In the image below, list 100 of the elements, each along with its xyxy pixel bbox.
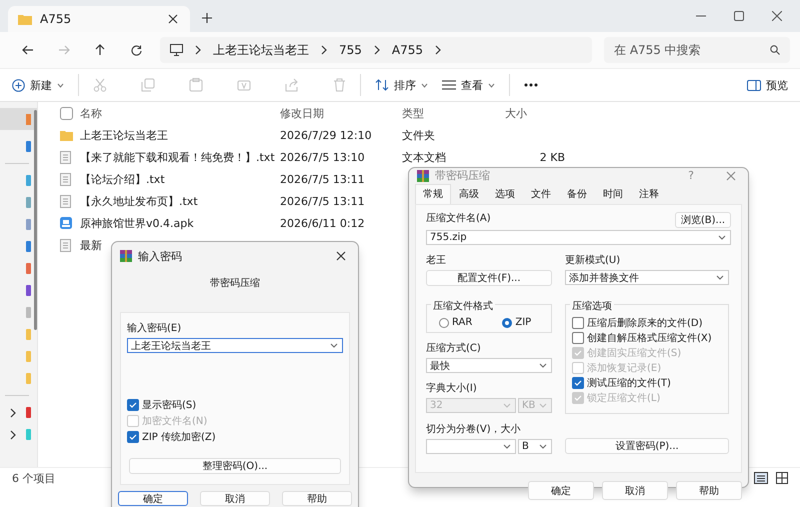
rename-icon[interactable] bbox=[237, 78, 251, 92]
paste-icon[interactable] bbox=[189, 78, 203, 92]
nav-icon[interactable] bbox=[26, 175, 31, 186]
breadcrumb[interactable]: 上老王论坛当老王 bbox=[213, 42, 309, 58]
dialog-title: 带密码压缩 bbox=[435, 168, 491, 183]
checkbox[interactable]: 显示密码(S) bbox=[127, 397, 343, 412]
column-header[interactable]: 大小 bbox=[505, 106, 565, 120]
column-header[interactable]: 类型 bbox=[402, 106, 505, 120]
close-icon[interactable] bbox=[168, 14, 178, 24]
password-field[interactable]: 上老王论坛当老王 bbox=[127, 338, 343, 353]
expand-icon bbox=[10, 430, 16, 440]
search-field[interactable]: 在 A755 中搜索 bbox=[604, 37, 790, 63]
checkbox[interactable]: 测试压缩的文件(T) bbox=[572, 375, 722, 390]
checkbox[interactable]: ZIP 传统加密(Z) bbox=[127, 429, 343, 444]
share-icon[interactable] bbox=[285, 78, 299, 92]
forward-icon[interactable] bbox=[58, 45, 70, 55]
file-name[interactable]: 原神旅馆世界v0.4.apk bbox=[80, 216, 280, 230]
dialog-tab[interactable]: 时间 bbox=[595, 184, 631, 204]
expand-icon bbox=[10, 408, 16, 418]
file-name[interactable]: 【永久地址发布页】.txt bbox=[80, 194, 280, 208]
organize-passwords-button[interactable]: 整理密码(O)... bbox=[129, 458, 341, 474]
nav-icon[interactable] bbox=[26, 114, 31, 124]
dialog-tab[interactable]: 高级 bbox=[451, 184, 487, 204]
maximize-icon[interactable] bbox=[734, 11, 744, 21]
archive-name-field[interactable]: 755.zip bbox=[426, 230, 731, 245]
select-all-checkbox[interactable] bbox=[60, 106, 73, 120]
column-header[interactable]: 修改日期 bbox=[280, 106, 402, 120]
dialog-button[interactable]: 确定 bbox=[118, 491, 188, 506]
nav-icon[interactable] bbox=[26, 197, 31, 208]
dialog-tab[interactable]: 选项 bbox=[487, 184, 523, 204]
checkbox[interactable]: 创建自解压格式压缩文件(X) bbox=[572, 330, 722, 345]
nav-icon[interactable] bbox=[26, 241, 31, 252]
dropdown-icon bbox=[503, 403, 511, 408]
chevron-icon bbox=[435, 45, 442, 55]
nav-icon[interactable] bbox=[26, 351, 31, 362]
view-button[interactable]: 查看 bbox=[442, 78, 495, 92]
refresh-icon[interactable] bbox=[130, 44, 142, 56]
new-tab-icon[interactable] bbox=[202, 13, 212, 23]
dropdown-icon bbox=[539, 403, 548, 408]
dialog-tab[interactable]: 注释 bbox=[631, 184, 667, 204]
breadcrumb[interactable]: 755 bbox=[339, 43, 362, 57]
chevron-icon bbox=[374, 45, 380, 55]
tiles-view-icon[interactable] bbox=[776, 472, 788, 484]
checkbox[interactable]: 压缩后删除原来的文件(D) bbox=[572, 315, 722, 330]
nav-icon[interactable] bbox=[26, 285, 31, 296]
dialog-button[interactable]: 取消 bbox=[602, 481, 668, 500]
method-dropdown[interactable]: 最快 bbox=[426, 358, 552, 373]
nav-icon[interactable] bbox=[26, 407, 31, 418]
file-name[interactable]: 【来了就能下载和观看！纯免费！】.txt bbox=[80, 150, 280, 164]
nav-icon[interactable] bbox=[26, 329, 31, 340]
nav-icon[interactable] bbox=[26, 141, 31, 152]
cut-icon[interactable] bbox=[93, 78, 107, 92]
more-icon[interactable] bbox=[524, 83, 538, 87]
file-name[interactable]: 【论坛介绍】.txt bbox=[80, 172, 280, 186]
radio-button[interactable]: RAR bbox=[439, 317, 472, 328]
dialog-button[interactable]: 帮助 bbox=[282, 491, 352, 506]
window-tab[interactable]: A755 bbox=[8, 6, 190, 32]
dialog-tab[interactable]: 常规 bbox=[415, 184, 451, 204]
dialog-button[interactable]: 确定 bbox=[528, 481, 594, 500]
modified-date: 2026/7/5 13:11 bbox=[280, 194, 366, 208]
close-icon[interactable] bbox=[336, 251, 346, 261]
set-password-button[interactable]: 设置密码(P)... bbox=[565, 438, 729, 454]
preview-button[interactable]: 预览 bbox=[747, 78, 788, 92]
text-file-icon bbox=[60, 194, 71, 208]
new-button[interactable]: 新建 bbox=[12, 78, 64, 92]
dropdown-icon bbox=[718, 235, 726, 240]
nav-icon[interactable] bbox=[26, 307, 31, 318]
nav-icon[interactable] bbox=[26, 429, 31, 440]
up-icon[interactable] bbox=[95, 44, 105, 56]
nav-icon[interactable] bbox=[26, 373, 31, 384]
field-label: 压缩文件名(A) bbox=[426, 212, 491, 225]
profiles-button[interactable]: 配置文件(F)... bbox=[426, 270, 552, 286]
back-icon[interactable] bbox=[22, 45, 34, 55]
close-icon[interactable] bbox=[772, 11, 782, 21]
group-label: 压缩选项 bbox=[570, 299, 614, 313]
folder-icon bbox=[18, 14, 32, 24]
browse-button[interactable]: 浏览(B)... bbox=[675, 212, 731, 228]
sort-button[interactable]: 排序 bbox=[375, 78, 428, 92]
item-count: 6 个项目 bbox=[12, 470, 56, 486]
unit-dropdown[interactable]: B bbox=[518, 439, 552, 454]
caret-icon bbox=[488, 82, 495, 88]
dialog-heading: 带密码压缩 bbox=[209, 276, 261, 290]
split-size-dropdown[interactable] bbox=[426, 439, 516, 454]
update-mode-dropdown[interactable]: 添加并替换文件 bbox=[565, 270, 729, 285]
radio-button[interactable]: ZIP bbox=[502, 317, 532, 328]
details-view-icon[interactable] bbox=[754, 472, 768, 484]
breadcrumb[interactable]: A755 bbox=[392, 43, 424, 57]
nav-icon[interactable] bbox=[26, 219, 31, 230]
copy-icon[interactable] bbox=[141, 78, 155, 92]
dropdown-icon bbox=[716, 275, 724, 280]
nav-icon[interactable] bbox=[26, 263, 31, 274]
column-header[interactable]: 名称 bbox=[80, 106, 280, 120]
delete-icon[interactable] bbox=[333, 78, 346, 92]
dialog-tab[interactable]: 备份 bbox=[559, 184, 595, 204]
file-name[interactable]: 上老王论坛当老王 bbox=[80, 128, 280, 142]
computer-icon[interactable] bbox=[170, 44, 183, 56]
dialog-button[interactable]: 帮助 bbox=[676, 481, 742, 500]
dialog-tab[interactable]: 文件 bbox=[523, 184, 559, 204]
check-icon bbox=[574, 394, 582, 400]
dialog-button[interactable]: 取消 bbox=[200, 491, 270, 506]
